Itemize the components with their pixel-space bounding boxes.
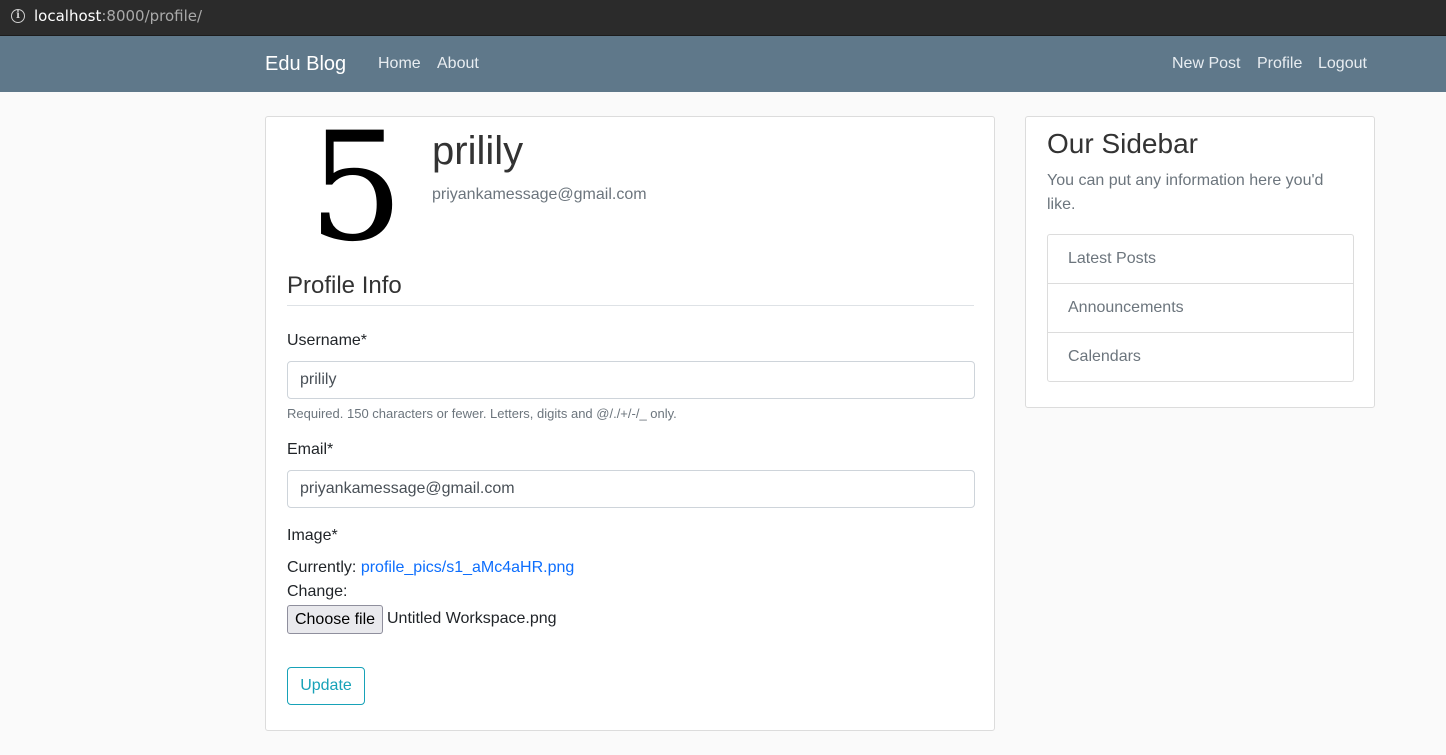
change-label: Change: [287,583,348,600]
browser-address-bar[interactable]: i localhost:8000/profile/ [0,0,1446,36]
brand-link[interactable]: Edu Blog [265,53,346,76]
sidebar-list: Latest Posts Announcements Calendars [1047,234,1354,382]
image-label: Image* [287,527,338,544]
info-icon[interactable]: i [11,9,25,23]
sidebar-item-calendars[interactable]: Calendars [1048,333,1353,381]
nav-new-post-link[interactable]: New Post [1172,55,1240,73]
username-input[interactable]: prilily [287,361,975,399]
nav-logout-link[interactable]: Logout [1318,55,1367,73]
nav-profile-link[interactable]: Profile [1257,55,1302,73]
account-username-heading: prilily [432,129,524,173]
url-host: localhost [34,7,102,25]
email-label: Email* [287,441,334,458]
currently-label: Currently: [287,559,357,576]
site-navbar: Edu Blog Home About New Post Profile Log… [0,36,1446,92]
sidebar-description: You can put any information here you'd l… [1047,172,1324,213]
nav-about-link[interactable]: About [437,55,479,73]
sidebar: Our Sidebar You can put any information … [1025,116,1375,408]
current-image-row: Currently: profile_pics/s1_aMc4aHR.png [287,559,574,577]
update-button[interactable]: Update [287,667,365,705]
choose-file-button[interactable]: Choose file [287,605,383,634]
profile-info-legend: Profile Info [287,272,974,306]
sidebar-item-announcements[interactable]: Announcements [1048,284,1353,333]
sidebar-title: Our Sidebar [1047,128,1198,159]
nav-home-link[interactable]: Home [378,55,421,73]
selected-file-name: Untitled Workspace.png [387,610,557,627]
username-label: Username* [287,332,368,349]
url-path: :8000/profile/ [101,7,203,25]
account-email-text: priyankamessage@gmail.com [432,186,647,203]
current-image-link[interactable]: profile_pics/s1_aMc4aHR.png [361,559,574,576]
username-help-text: Required. 150 characters or fewer. Lette… [287,406,677,421]
email-input[interactable]: priyankamessage@gmail.com [287,470,975,508]
profile-card: 5 prilily priyankamessage@gmail.com Prof… [265,101,995,731]
url-text[interactable]: localhost:8000/profile/ [34,7,202,25]
sidebar-item-latest-posts[interactable]: Latest Posts [1048,235,1353,284]
profile-avatar: 5 [308,101,404,275]
